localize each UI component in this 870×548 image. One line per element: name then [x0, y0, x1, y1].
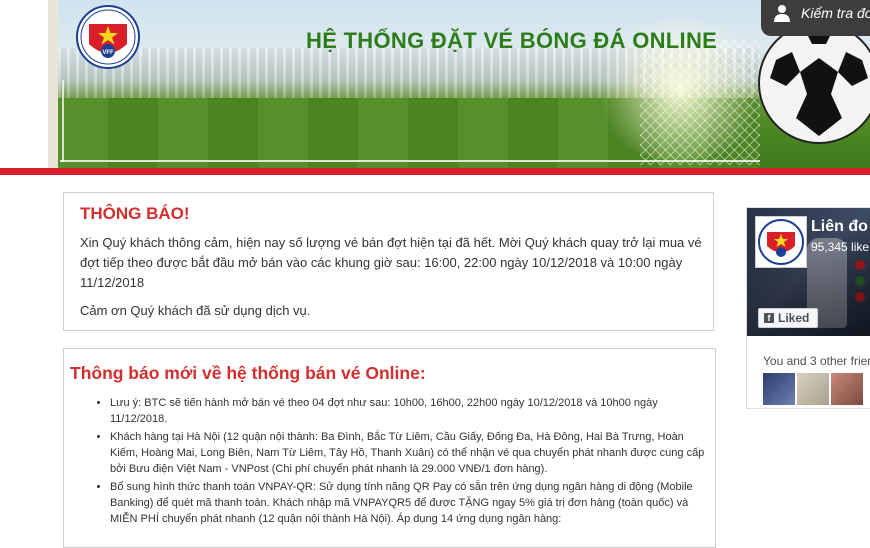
vff-page-logo-icon[interactable] [755, 216, 807, 268]
list-item: Bổ sung hình thức thanh toán VNPAY-QR: S… [110, 479, 710, 527]
list-item: Khách hàng tại Hà Nội (12 quận nội thành… [110, 429, 710, 477]
avatar[interactable] [797, 373, 829, 405]
liked-button[interactable]: f Liked [758, 308, 818, 328]
header-left-edge [48, 0, 58, 168]
site-title: HỆ THỐNG ĐẶT VÉ BÓNG ĐÁ ONLINE [306, 28, 718, 53]
facebook-friends-text: You and 3 other frien [763, 354, 870, 368]
check-order-button[interactable]: Kiểm tra đơ [761, 0, 870, 36]
header-banner: VFF HỆ THỐNG ĐẶT VÉ BÓNG ĐÁ ONLINE Kiểm … [0, 0, 870, 168]
liked-label: Liked [778, 311, 810, 325]
accent-bar [0, 168, 870, 175]
news-title: Thông báo mới về hệ thống bán vé Online: [70, 363, 426, 383]
notice-thanks: Cảm ơn Quý khách đã sử dụng dịch vụ. [80, 303, 311, 318]
avatar[interactable] [831, 373, 863, 405]
notice-box: THÔNG BÁO! Xin Quý khách thông cảm, hiện… [63, 192, 714, 331]
facebook-icon: f [764, 313, 774, 323]
facebook-likes-count: 95,345 like [811, 240, 870, 254]
pitch-line-vertical [62, 80, 64, 162]
user-icon [774, 5, 790, 22]
soccer-ball-icon [758, 22, 870, 144]
list-item: Lưu ý: BTC sẽ tiến hành mở bán vé theo 0… [110, 395, 710, 427]
notice-body: Xin Quý khách thông cảm, hiện nay số lượ… [80, 235, 702, 290]
check-order-label: Kiểm tra đơ [801, 5, 870, 21]
facebook-page-name[interactable]: Liên đo [811, 218, 868, 236]
goal-net [640, 40, 760, 165]
avatar[interactable] [763, 373, 795, 405]
svg-text:VFF: VFF [102, 50, 114, 56]
vff-logo-icon[interactable]: VFF [75, 4, 141, 70]
facebook-page-widget: Liên đo 95,345 like f Liked You and 3 ot… [746, 207, 870, 409]
header-left-margin [0, 0, 48, 168]
news-list: Lưu ý: BTC sẽ tiến hành mở bán vé theo 0… [70, 395, 710, 529]
notice-title: THÔNG BÁO! [80, 204, 190, 223]
news-box: Thông báo mới về hệ thống bán vé Online:… [63, 348, 716, 548]
